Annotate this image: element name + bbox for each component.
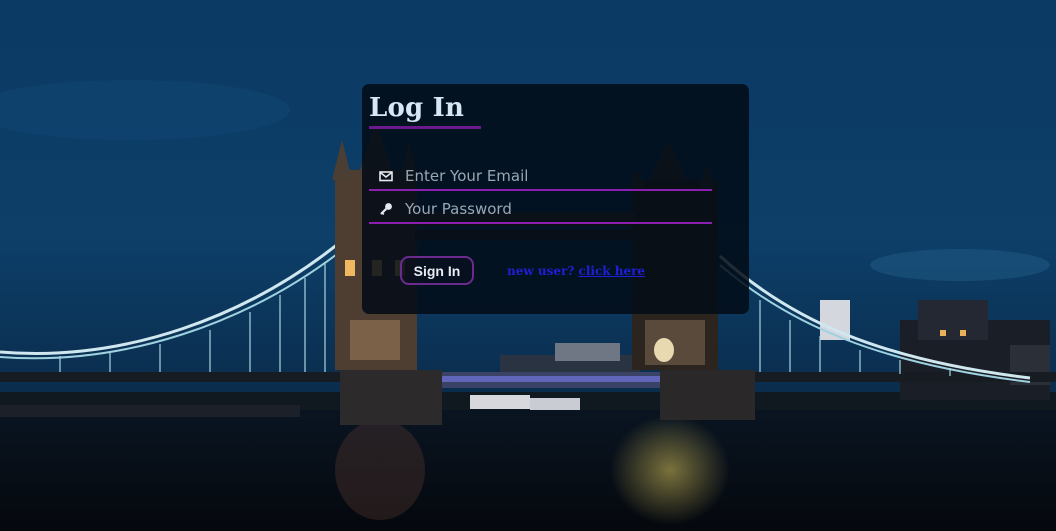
- register-link[interactable]: click here: [579, 264, 646, 278]
- new-user-text: new user?: [507, 264, 575, 278]
- title-underline: [369, 126, 481, 129]
- email-input[interactable]: [403, 163, 707, 189]
- password-field: [369, 194, 712, 224]
- key-icon: [379, 201, 393, 215]
- new-user-prompt: new user? click here: [507, 264, 645, 278]
- password-input[interactable]: [403, 196, 707, 222]
- email-field: [369, 161, 712, 191]
- envelope-icon: [379, 168, 393, 182]
- login-card: Log In Sign In new user? click here: [362, 84, 749, 314]
- sign-in-button[interactable]: Sign In: [400, 256, 474, 285]
- page-title: Log In: [369, 93, 465, 123]
